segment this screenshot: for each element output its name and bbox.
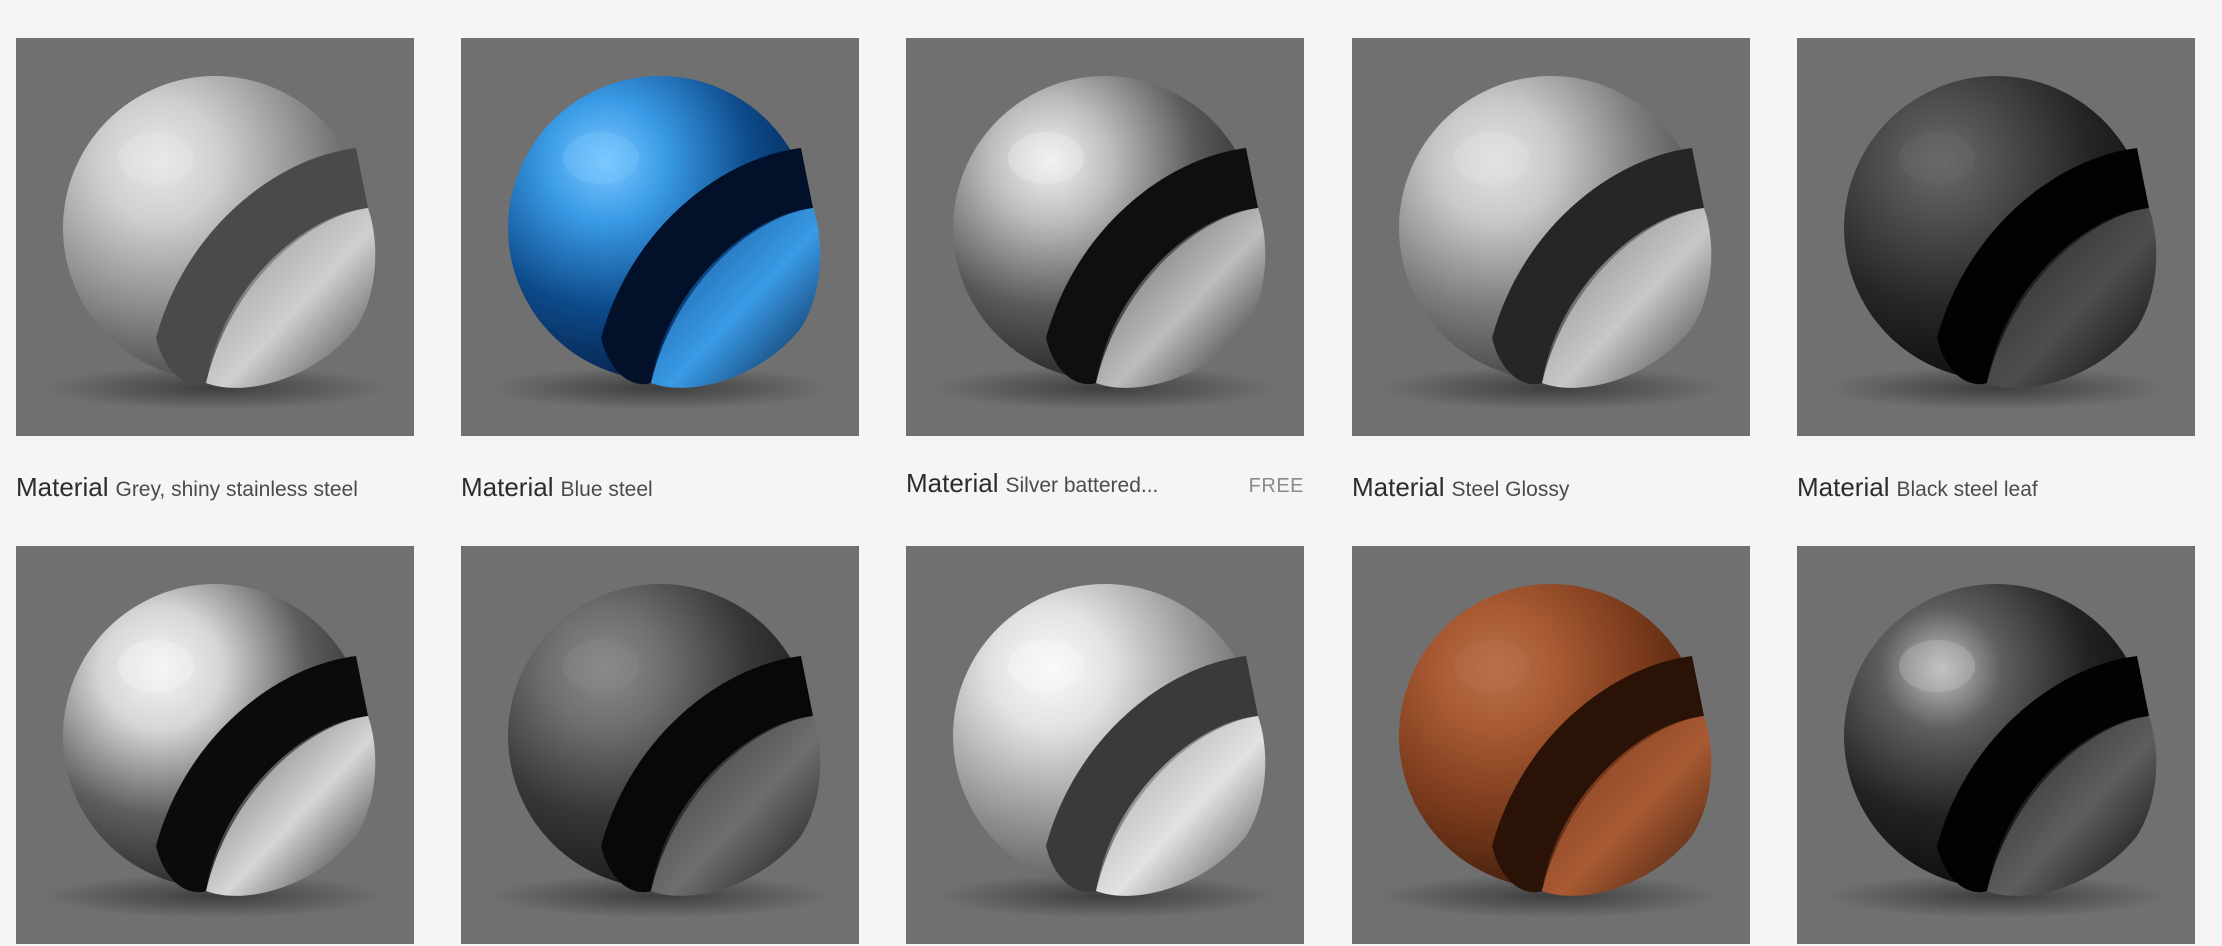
ball-highlight: [1008, 132, 1084, 184]
material-name: Grey, shiny stainless steel: [115, 478, 358, 501]
material-type-label: Material: [16, 472, 109, 502]
material-thumbnail[interactable]: [1352, 38, 1750, 436]
material-type-label: Material: [906, 468, 999, 498]
material-ball-preview: [1826, 584, 2166, 918]
ball-highlight: [118, 132, 194, 184]
material-card[interactable]: Material Black steel leaf: [1797, 38, 2195, 502]
material-name: Black steel leaf: [1896, 478, 2038, 501]
material-caption[interactable]: Material Blue steel: [461, 472, 859, 512]
material-card[interactable]: [1797, 546, 2195, 944]
ball-highlight: [118, 640, 194, 692]
material-type-label: Material: [1797, 472, 1890, 502]
ball-highlight: [563, 640, 639, 692]
material-card[interactable]: [1352, 546, 1750, 944]
material-name: Silver battered...: [1005, 474, 1159, 497]
ball-highlight: [1454, 640, 1530, 692]
ball-highlight: [1008, 640, 1084, 692]
material-caption[interactable]: Material Steel Glossy: [1352, 472, 1750, 512]
material-ball-preview: [490, 584, 830, 918]
ball-highlight: [1899, 640, 1975, 692]
ball-highlight: [563, 132, 639, 184]
material-thumbnail[interactable]: [906, 38, 1304, 436]
material-caption[interactable]: Material Grey, shiny stainless steel: [16, 472, 414, 512]
material-card[interactable]: Material Silver battered... FREE: [906, 38, 1304, 498]
material-type-label: Material: [461, 472, 554, 502]
material-card[interactable]: [906, 546, 1304, 944]
ball-highlight: [1899, 132, 1975, 184]
material-ball-preview: [935, 584, 1275, 918]
material-ball-preview: [1826, 76, 2166, 410]
material-ball-preview: [1381, 584, 1721, 918]
material-thumbnail[interactable]: [1797, 546, 2195, 944]
material-ball-preview: [45, 76, 385, 410]
material-ball-preview: [1381, 76, 1721, 410]
material-thumbnail[interactable]: [906, 546, 1304, 944]
material-thumbnail[interactable]: [16, 546, 414, 944]
material-thumbnail[interactable]: [1797, 38, 2195, 436]
material-ball-preview: [45, 584, 385, 918]
material-card[interactable]: Material Grey, shiny stainless steel: [16, 38, 414, 502]
material-caption[interactable]: Material Silver battered... FREE: [906, 468, 1304, 508]
material-card[interactable]: Material Blue steel: [461, 38, 859, 502]
material-ball-preview: [935, 76, 1275, 410]
material-card[interactable]: [461, 546, 859, 944]
material-card[interactable]: Material Steel Glossy: [1352, 38, 1750, 502]
material-name: Steel Glossy: [1451, 478, 1570, 501]
material-thumbnail[interactable]: [16, 38, 414, 436]
material-price-badge: FREE: [1248, 475, 1304, 497]
material-ball-preview: [490, 76, 830, 410]
material-thumbnail[interactable]: [1352, 546, 1750, 944]
material-card[interactable]: [16, 546, 414, 944]
material-type-label: Material: [1352, 472, 1445, 502]
material-caption[interactable]: Material Black steel leaf: [1797, 472, 2195, 512]
material-name: Blue steel: [560, 478, 653, 501]
material-thumbnail[interactable]: [461, 38, 859, 436]
material-thumbnail[interactable]: [461, 546, 859, 944]
ball-highlight: [1454, 132, 1530, 184]
material-grid: Material Grey, shiny stainless steel Mat…: [0, 0, 2222, 946]
